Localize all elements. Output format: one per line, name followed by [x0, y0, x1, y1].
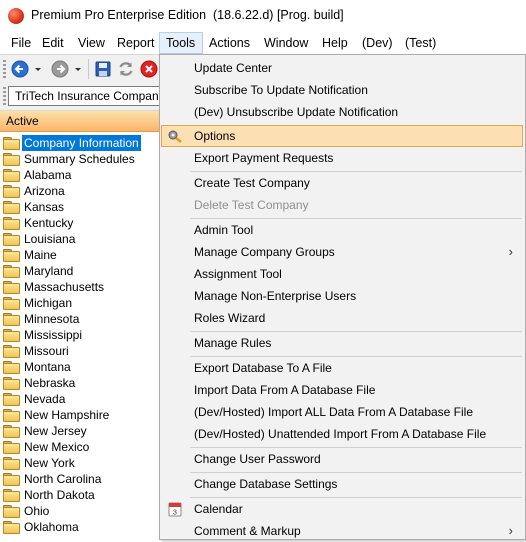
- save-icon[interactable]: [94, 60, 112, 78]
- tools-dropdown-menu: Update Center Subscribe To Update Notifi…: [159, 54, 526, 540]
- options-gear-icon: [168, 130, 182, 143]
- folder-icon: [3, 281, 20, 294]
- folder-icon: [3, 345, 20, 358]
- folder-icon: [3, 409, 20, 422]
- menu-test[interactable]: (Test): [399, 32, 442, 54]
- menu-dev[interactable]: (Dev): [356, 32, 399, 54]
- folder-icon: [3, 265, 20, 278]
- submenu-arrow-icon: ›: [508, 523, 513, 538]
- folder-icon: [3, 329, 20, 342]
- svg-text:3: 3: [173, 510, 177, 517]
- forward-dropdown-arrow-icon[interactable]: [73, 60, 83, 78]
- title-bar: Premium Pro Enterprise Edition (18.6.22.…: [0, 0, 526, 32]
- back-arrow-icon[interactable]: [11, 60, 29, 78]
- menu-item-import-all-data[interactable]: (Dev/Hosted) Import ALL Data From A Data…: [161, 401, 523, 423]
- menu-file[interactable]: File: [5, 32, 37, 54]
- menu-item-change-database-settings[interactable]: Change Database Settings: [161, 473, 523, 495]
- menu-item-manage-rules[interactable]: Manage Rules: [161, 332, 523, 354]
- app-logo-icon: [8, 8, 24, 24]
- folder-icon: [3, 217, 20, 230]
- forward-arrow-icon[interactable]: [51, 60, 69, 78]
- toolbar-grip[interactable]: [3, 60, 6, 78]
- folder-icon: [3, 441, 20, 454]
- company-bar-grip[interactable]: [3, 87, 6, 105]
- toolbar: [0, 54, 160, 83]
- folder-icon: [3, 393, 20, 406]
- folder-icon: [3, 361, 20, 374]
- menu-item-change-user-password[interactable]: Change User Password: [161, 448, 523, 470]
- folder-icon: [3, 297, 20, 310]
- company-tree[interactable]: Company Information Summary Schedules Al…: [0, 133, 161, 540]
- menu-item-create-test-company[interactable]: Create Test Company: [161, 172, 523, 194]
- menu-item-unattended-import[interactable]: (Dev/Hosted) Unattended Import From A Da…: [161, 423, 523, 445]
- menu-edit[interactable]: Edit: [36, 32, 70, 54]
- toolbar-separator: [88, 59, 89, 79]
- menu-item-subscribe-update-notification[interactable]: Subscribe To Update Notification: [161, 79, 523, 101]
- folder-icon: [3, 313, 20, 326]
- folder-icon: [3, 153, 20, 166]
- menu-help[interactable]: Help: [316, 32, 354, 54]
- menu-item-manage-non-enterprise-users[interactable]: Manage Non-Enterprise Users: [161, 285, 523, 307]
- refresh-icon[interactable]: [117, 60, 135, 78]
- folder-icon: [3, 169, 20, 182]
- window-title: Premium Pro Enterprise Edition (18.6.22.…: [31, 8, 344, 22]
- menu-item-update-center[interactable]: Update Center: [161, 57, 523, 79]
- menu-report[interactable]: Report: [111, 32, 161, 54]
- active-panel-header[interactable]: Active: [0, 111, 160, 132]
- folder-icon: [3, 233, 20, 246]
- folder-icon: [3, 489, 20, 502]
- folder-icon: [3, 457, 20, 470]
- company-bar: TriTech Insurance Company: [0, 82, 162, 111]
- submenu-arrow-icon: ›: [508, 244, 513, 259]
- folder-icon: [3, 505, 20, 518]
- menu-actions[interactable]: Actions: [203, 32, 256, 54]
- folder-icon: [3, 249, 20, 262]
- folder-icon: [3, 185, 20, 198]
- menu-item-manage-company-groups[interactable]: Manage Company Groups ›: [161, 241, 523, 263]
- folder-icon: [3, 425, 20, 438]
- menu-item-roles-wizard[interactable]: Roles Wizard: [161, 307, 523, 329]
- menu-tools[interactable]: Tools: [159, 32, 203, 54]
- menu-item-admin-tool[interactable]: Admin Tool: [161, 219, 523, 241]
- menu-item-unsubscribe-update-notification[interactable]: (Dev) Unsubscribe Update Notification: [161, 101, 523, 123]
- back-dropdown-arrow-icon[interactable]: [33, 60, 43, 78]
- menu-item-import-data[interactable]: Import Data From A Database File: [161, 379, 523, 401]
- folder-icon: [3, 377, 20, 390]
- menu-item-delete-test-company: Delete Test Company: [194, 198, 309, 212]
- stop-icon[interactable]: [140, 60, 158, 78]
- menu-item-comment-markup[interactable]: Comment & Markup ›: [161, 520, 523, 542]
- calendar-icon: 3: [168, 502, 182, 517]
- menu-item-calendar[interactable]: 3 Calendar: [161, 498, 523, 520]
- folder-icon: [3, 201, 20, 214]
- menu-item-assignment-tool[interactable]: Assignment Tool: [161, 263, 523, 285]
- menu-window[interactable]: Window: [258, 32, 314, 54]
- folder-icon: [3, 137, 20, 150]
- company-select[interactable]: TriTech Insurance Company: [8, 86, 162, 106]
- folder-icon: [3, 473, 20, 486]
- menu-bar: File Edit View Report Tools Actions Wind…: [0, 32, 526, 54]
- menu-view[interactable]: View: [72, 32, 111, 54]
- menu-item-export-database[interactable]: Export Database To A File: [161, 357, 523, 379]
- menu-item-options[interactable]: Options: [161, 125, 523, 147]
- folder-icon: [3, 521, 20, 534]
- menu-item-export-payment-requests[interactable]: Export Payment Requests: [161, 147, 523, 169]
